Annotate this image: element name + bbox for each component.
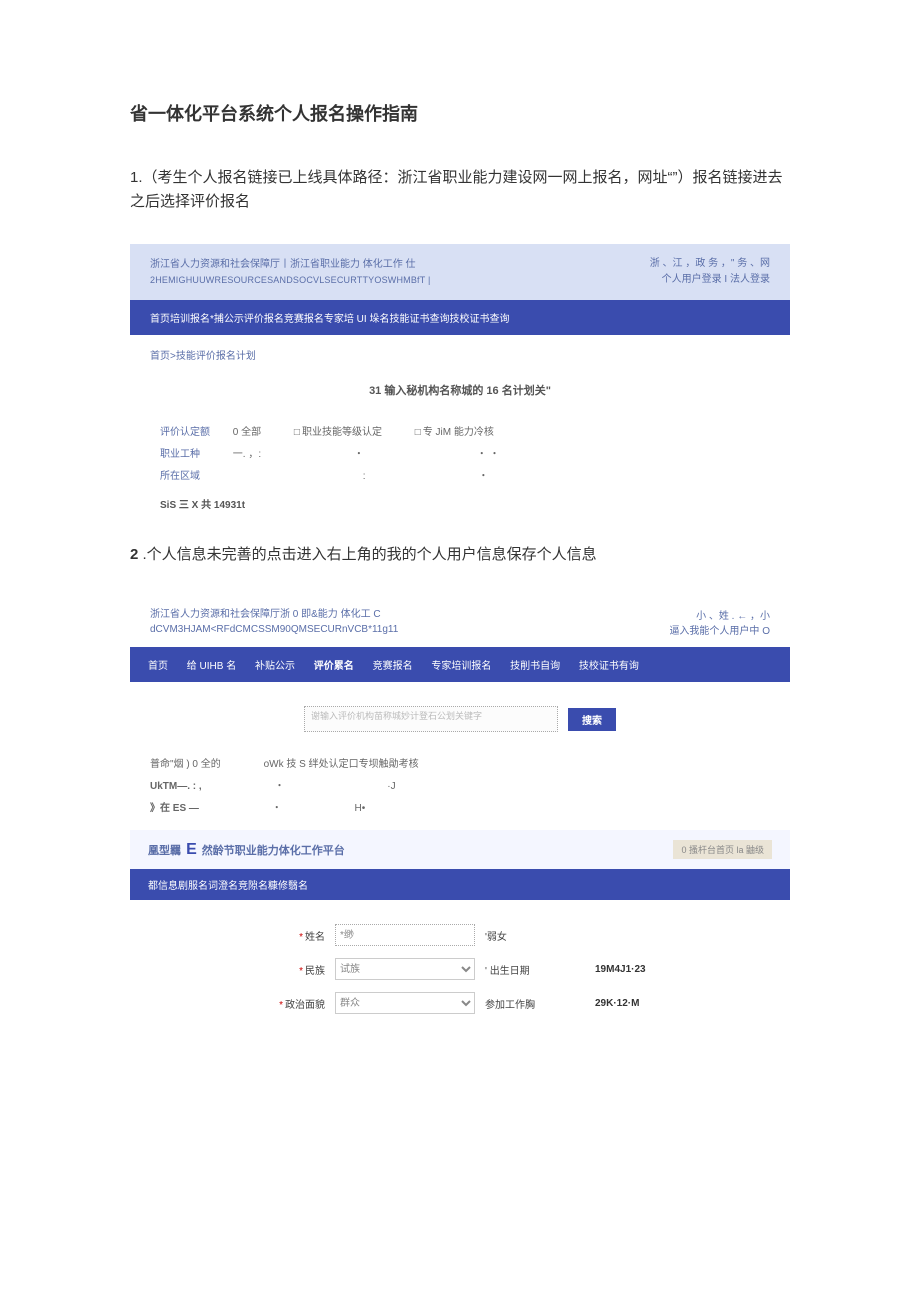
filter-type-opt1[interactable]: 职业技能等级认定 [294, 427, 382, 438]
filter-area-v2[interactable]: ・ [478, 471, 488, 482]
shot1-header-line1: 浙江省人力资源和社会保障厅丨浙江省职业能力 体化工作 仕 [150, 257, 431, 273]
filter-job-v3[interactable]: ・ ・ [477, 449, 500, 460]
nav-expert[interactable]: 专家培训报名 [431, 661, 491, 672]
inner-nav[interactable]: 都信息剧服名词澄名竞隙名糠修翳名 [130, 869, 790, 900]
fil2-r2b[interactable]: ・ [274, 781, 284, 792]
shot2-header: 浙江省人力资源和社会保障厅浙 0 即&能力 体化工 C dCVM3HJAM<RF… [130, 597, 790, 647]
step-2: 2 .个人信息未完善的点击进入右上角的我的个人用户信息保存个人信息 [130, 543, 790, 567]
shot1-nav-text[interactable]: 首页培训报名*捕公示评价报名竞赛报名专家培 UI 垛名技能证书查询技校证书查询 [150, 314, 509, 325]
fil2-r1a[interactable]: 普命"烟 ) 0 全的 [150, 759, 221, 770]
filter-job-v2[interactable]: ・ [354, 449, 364, 460]
form-gender-label: '弱女 [485, 928, 585, 943]
nav-cert[interactable]: 技削书自询 [510, 661, 560, 672]
fil2-r3c[interactable]: H• [354, 803, 365, 814]
fil2-r3a[interactable]: 》在 ES — [150, 803, 199, 814]
filter-type-all[interactable]: 0 全部 [233, 427, 261, 438]
inner-title-big: E [186, 841, 197, 858]
nav-contest[interactable]: 竞赛报名 [373, 661, 413, 672]
form-ethnic-label: 民族 [305, 966, 325, 977]
shot1-login-links[interactable]: 个人用户登录 I 法人登录 [650, 272, 770, 288]
form-birth-label: ' 出生日期 [485, 962, 585, 977]
form-ethnic-select[interactable]: 试族 [335, 958, 475, 980]
screenshot-2: 浙江省人力资源和社会保障厅浙 0 即&能力 体化工 C dCVM3HJAM<RF… [130, 597, 790, 1038]
shot2-search-row: 谢输入评价机构苗称城妙计登石公划关键字 搜索 [130, 706, 790, 732]
shot2-user-center-link[interactable]: 逼入我能个人用户中 O [669, 622, 770, 637]
form-name-input[interactable]: *缈 [335, 924, 475, 946]
fil2-r3b[interactable]: ・ [272, 803, 282, 814]
fil2-r2a[interactable]: UkTM—. : , [150, 781, 202, 792]
filter-area-label: 所在区域 [160, 466, 230, 488]
form-name-label: 姓名 [305, 932, 325, 943]
filter-job-label: 职业工种 [160, 444, 230, 466]
form-polit-select[interactable]: 群众 [335, 992, 475, 1014]
form-polit-label: 政治面貌 [285, 1000, 325, 1011]
form-workdate-label: 参加工作胸 [485, 996, 585, 1011]
inner-title-b: 然龄节职业能力体化工作平台 [202, 845, 345, 857]
nav-school-cert[interactable]: 技校证书有询 [579, 661, 639, 672]
doc-title: 省一体化平台系统个人报名操作指南 [130, 100, 790, 126]
nav-home[interactable]: 首页 [148, 661, 168, 672]
filter-type-opt2[interactable]: 专 JiM 能力冷核 [415, 427, 494, 438]
fil2-r1b[interactable]: oWk 技 S 绊处认定口专坝触勛考核 [264, 759, 419, 770]
shot1-filters: 评价认定额 0 全部 职业技能等级认定 专 JiM 能力冷核 职业工种 一. ，… [150, 422, 770, 488]
nav-subsidy[interactable]: 补贴公示 [255, 661, 295, 672]
step-1: 1.（考生个人报名链接已上线具体路径：浙江省职业能力建设网一网上报名，网址“”）… [130, 166, 790, 214]
shot2-filters: 普命"烟 ) 0 全的 oWk 技 S 绊处认定口专坝触勛考核 UkTM—. :… [130, 750, 790, 824]
shot1-nav[interactable]: 首页培训报名*捕公示评价报名竞赛报名专家培 UI 垛名技能证书查询技校证书查询 [130, 300, 790, 335]
inner-title-a: 凰型羈 [148, 845, 181, 857]
shot2-header-line1: 浙江省人力资源和社会保障厅浙 0 即&能力 体化工 C [150, 607, 398, 622]
shot1-header: 浙江省人力资源和社会保障厅丨浙江省职业能力 体化工作 仕 2HEMIGHUUWR… [130, 244, 790, 300]
shot1-header-line2: 2HEMIGHUUWRESOURCESANDSOCVLSECURTTYOSWHM… [150, 273, 431, 287]
form-birth-value: 19M4J1·23 [595, 964, 685, 975]
personal-info-form: *姓名 *缈 '弱女 *民族 试族 ' 出生日期 19M4J1·23 *政治面貌… [130, 900, 790, 1038]
search-input[interactable]: 谢输入评价机构苗称城妙计登石公划关键字 [304, 706, 558, 732]
form-workdate-value: 29K·12·M [595, 998, 685, 1009]
fil2-r2c[interactable]: ·J [387, 781, 395, 792]
nav-eval[interactable]: 评价累名 [314, 661, 354, 672]
filter-type-label: 评价认定额 [160, 422, 230, 444]
inner-header: 凰型羈 E 然龄节职业能力体化工作平台 0 搔杆台首页 la 鼬级 [130, 830, 790, 869]
shot1-result-count: SiS 三 X 共 14931t [150, 488, 770, 511]
search-button[interactable]: 搜索 [568, 708, 616, 731]
inner-goto-link[interactable]: 0 搔杆台首页 la 鼬级 [673, 840, 772, 859]
shot2-header-line2: dCVM3HJAM<RFdCMCSSM90QMSECURnVCB*11g11 [150, 622, 398, 637]
nav-uihb[interactable]: 给 UIHB 名 [187, 661, 236, 672]
shot2-header-right1: 小 、姓 . ← ，小 [669, 607, 770, 622]
shot1-header-right1: 浙 、江 ，政 务 ，" 务 、网 [650, 256, 770, 272]
shot1-search-hint: 31 输入秘机构名称城的 16 名计划关" [150, 382, 770, 398]
screenshot-1: 浙江省人力资源和社会保障厅丨浙江省职业能力 体化工作 仕 2HEMIGHUUWR… [130, 244, 790, 523]
filter-job-v1[interactable]: 一. ，: [233, 449, 261, 460]
shot2-nav[interactable]: 首页 给 UIHB 名 补贴公示 评价累名 竞赛报名 专家培训报名 技削书自询 … [130, 647, 790, 682]
step-2-text: .个人信息未完善的点击进入右上角的我的个人用户信息保存个人信息 [138, 546, 596, 563]
filter-area-v1[interactable]: : [363, 471, 366, 482]
breadcrumb[interactable]: 首页>技能评价报名计划 [150, 347, 770, 362]
